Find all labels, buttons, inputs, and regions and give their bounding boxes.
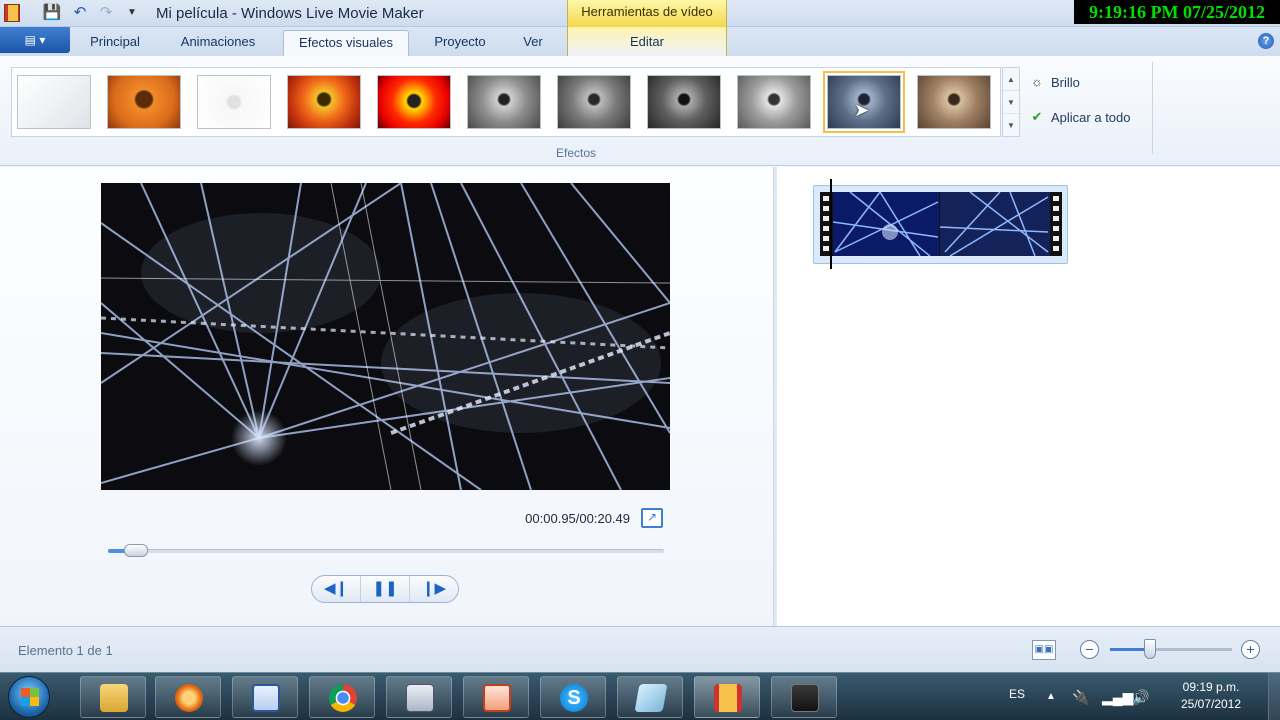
- title-bar: 💾 ↶ ↷ ▼ Mi película - Windows Live Movie…: [0, 0, 1280, 27]
- video-preview: [101, 183, 670, 490]
- volume-icon[interactable]: 🔊: [1132, 689, 1149, 706]
- ribbon-tab-row: ▤ ▾ Principal Animaciones Efectos visual…: [0, 27, 1280, 56]
- skype-icon: S: [560, 684, 588, 712]
- effect-none[interactable]: [17, 75, 91, 129]
- system-clock[interactable]: 09:19 p.m. 25/07/2012: [1168, 679, 1254, 713]
- preview-pane: 00:00.95/00:20.49 ↗ ◀❙ ❚❚ ❙▶: [0, 167, 773, 626]
- laser-lights-frame: [101, 183, 670, 490]
- show-hidden-icons-icon[interactable]: ▲: [1046, 691, 1056, 702]
- status-bar: Elemento 1 de 1 ▣▣ − +: [0, 626, 1280, 672]
- help-icon[interactable]: ?: [1258, 33, 1274, 49]
- taskbar-media-player-button[interactable]: [155, 676, 221, 718]
- storyboard-playhead[interactable]: [830, 179, 832, 269]
- taskbar-powerpoint-button[interactable]: [463, 676, 529, 718]
- system-time: 09:19 p.m.: [1182, 680, 1240, 694]
- item-count-text: Elemento 1 de 1: [18, 643, 113, 658]
- effect-black-white-red[interactable]: [647, 75, 721, 129]
- timecode-display: 00:00.95/00:20.49: [525, 511, 630, 526]
- group-separator: [1152, 62, 1153, 154]
- gallery-scroll: ▲ ▼ ▼: [1002, 67, 1020, 137]
- taskbar-chrome-button[interactable]: [309, 676, 375, 718]
- effect-sepia[interactable]: [917, 75, 991, 129]
- storyboard-pane: [777, 167, 1280, 626]
- system-date: 25/07/2012: [1180, 697, 1242, 711]
- word-icon: [252, 684, 280, 712]
- fullscreen-icon[interactable]: ↗: [641, 508, 663, 528]
- apply-all-label: Aplicar a todo: [1051, 109, 1131, 125]
- taskbar-movie-maker-button[interactable]: [694, 676, 760, 718]
- mouse-cursor-icon: ➤: [854, 100, 870, 120]
- effect-cinematic[interactable]: [107, 75, 181, 129]
- next-frame-icon[interactable]: ❙▶: [410, 576, 458, 602]
- brightness-label: Brillo: [1051, 74, 1080, 90]
- effect-cyan-tone[interactable]: ➤: [823, 71, 905, 133]
- powerpoint-icon: [483, 684, 511, 712]
- undo-icon[interactable]: ↶: [70, 4, 90, 22]
- tab-animaciones[interactable]: Animaciones: [164, 30, 272, 56]
- window-title: Mi película - Windows Live Movie Maker: [156, 5, 424, 22]
- taskbar-camera-button[interactable]: [771, 676, 837, 718]
- show-desktop-button[interactable]: [1268, 673, 1280, 720]
- apply-all-button[interactable]: ✔ Aplicar a todo: [1028, 106, 1131, 128]
- video-clip[interactable]: [813, 185, 1068, 264]
- language-indicator[interactable]: ES: [1009, 687, 1025, 701]
- camera-icon: [791, 684, 819, 712]
- zoom-slider-thumb[interactable]: [1144, 639, 1157, 659]
- taskbar-word-button[interactable]: [232, 676, 298, 718]
- zoom-in-icon[interactable]: +: [1241, 640, 1260, 659]
- clip-thumbnails: [820, 191, 1062, 257]
- pause-icon[interactable]: ❚❚: [361, 576, 410, 602]
- effect-black-white-orange[interactable]: [557, 75, 631, 129]
- effect-edge-detect[interactable]: [197, 75, 271, 129]
- taskbar-notepad-button[interactable]: [617, 676, 683, 718]
- tab-efectos-visuales[interactable]: Efectos visuales: [283, 30, 409, 56]
- gallery-expand-icon[interactable]: ▼: [1003, 114, 1019, 137]
- seek-track[interactable]: [108, 549, 664, 553]
- zoom-out-icon[interactable]: −: [1080, 640, 1099, 659]
- notepad-icon: [634, 684, 668, 712]
- seek-thumb[interactable]: [123, 544, 148, 557]
- customize-quick-access-icon[interactable]: ▼: [122, 4, 142, 22]
- effects-gallery: ➤: [11, 67, 1001, 137]
- taskbar-skype-button[interactable]: S: [540, 676, 606, 718]
- start-button-icon[interactable]: [8, 676, 50, 718]
- movie-maker-icon: [714, 684, 742, 712]
- clip-filmstrip: [820, 191, 1062, 257]
- effect-posterize[interactable]: [377, 75, 451, 129]
- movie-maker-app-icon[interactable]: [4, 4, 20, 22]
- brightness-button[interactable]: ☼ Brillo: [1028, 71, 1080, 93]
- calculator-icon: [406, 684, 434, 712]
- context-tab-header: Herramientas de vídeo: [567, 0, 727, 27]
- explorer-icon: [100, 684, 128, 712]
- player-controls: ◀❙ ❚❚ ❙▶: [311, 575, 459, 603]
- media-player-icon: [175, 684, 203, 712]
- taskbar-explorer-button[interactable]: [80, 676, 146, 718]
- save-icon[interactable]: 💾: [42, 4, 62, 22]
- effect-saturated[interactable]: [287, 75, 361, 129]
- tab-principal[interactable]: Principal: [76, 30, 154, 56]
- redo-icon[interactable]: ↷: [96, 4, 116, 22]
- tab-editar[interactable]: Editar: [604, 30, 690, 56]
- taskbar-calculator-button[interactable]: [386, 676, 452, 718]
- gallery-scroll-up-icon[interactable]: ▲: [1003, 68, 1019, 91]
- network-icon[interactable]: ▂▄▆: [1102, 689, 1133, 706]
- gallery-scroll-down-icon[interactable]: ▼: [1003, 91, 1019, 114]
- effect-black-white-yellow[interactable]: [737, 75, 811, 129]
- previous-frame-icon[interactable]: ◀❙: [312, 576, 361, 602]
- ribbon-panel: ➤ ▲ ▼ ▼ ☼ Brillo ✔ Aplicar a todo Efecto…: [0, 56, 1280, 166]
- chrome-icon: [329, 684, 357, 712]
- app-menu-button[interactable]: ▤ ▾: [0, 27, 70, 53]
- effects-group-label: Efectos: [555, 146, 597, 160]
- taskbar: S ES ▲ 🔌 ▂▄▆ 🔊 09:19 p.m. 25/07/2012: [0, 672, 1280, 720]
- thumbnail-size-icon[interactable]: ▣▣: [1032, 640, 1056, 660]
- tab-proyecto[interactable]: Proyecto: [418, 30, 502, 56]
- tab-ver[interactable]: Ver: [510, 30, 556, 56]
- effect-black-white[interactable]: [467, 75, 541, 129]
- apply-all-icon: ✔: [1031, 109, 1043, 124]
- power-icon[interactable]: 🔌: [1072, 689, 1089, 706]
- clock-overlay: 9:19:16 PM 07/25/2012: [1074, 0, 1280, 24]
- sun-icon: ☼: [1031, 74, 1043, 89]
